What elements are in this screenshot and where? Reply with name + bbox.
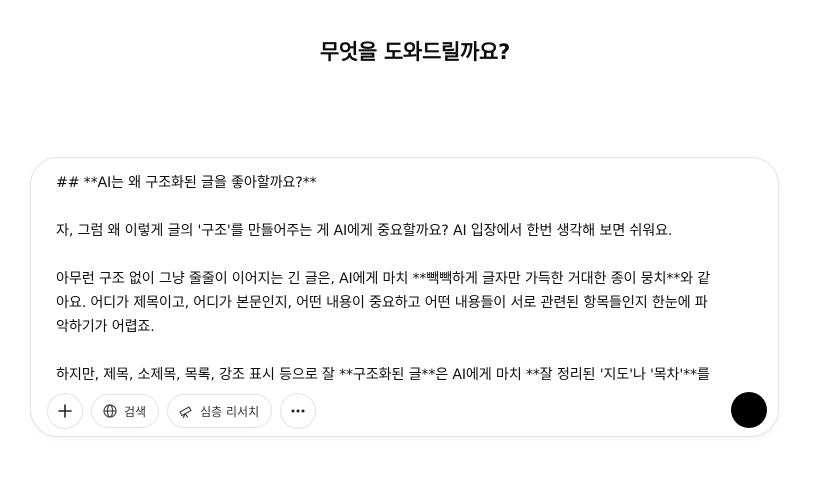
composer-toolbar: 검색 심층 리서치 — [47, 393, 317, 429]
prompt-input[interactable]: ## **AI는 왜 구조화된 글을 좋아할까요?** 자, 그럼 왜 이렇게 글… — [56, 171, 756, 387]
page: 무엇을 도와드릴까요? ## **AI는 왜 구조화된 글을 좋아할까요?** 자… — [0, 0, 830, 491]
prompt-text-line: 하지만, 제목, 소제목, 목록, 강조 표시 등으로 잘 **구조화된 글**… — [56, 367, 710, 383]
send-button[interactable] — [731, 392, 767, 428]
prompt-composer: ## **AI는 왜 구조화된 글을 좋아할까요?** 자, 그럼 왜 이렇게 글… — [30, 157, 779, 437]
page-title: 무엇을 도와드릴까요? — [319, 40, 511, 65]
prompt-text-line — [56, 339, 756, 363]
prompt-text-line: 아요. 어디가 제목이고, 어디가 본문인지, 어떤 내용이 중요하고 어떤 내… — [56, 295, 708, 311]
deep-research-button[interactable]: 심층 리서치 — [167, 394, 273, 428]
prompt-text-line: 아무런 구조 없이 그냥 줄줄이 이어지는 긴 글은, AI에게 마치 **빽빽… — [56, 271, 711, 287]
telescope-icon — [178, 403, 194, 419]
prompt-text-line — [56, 195, 756, 219]
prompt-text-line: 자, 그럼 왜 이렇게 글의 '구조'를 만들어주는 게 AI에게 중요할까요?… — [56, 223, 673, 239]
add-attachment-button[interactable] — [47, 393, 83, 429]
deep-research-button-label: 심층 리서치 — [200, 404, 260, 419]
prompt-text-line: ## **AI는 왜 구조화된 글을 좋아할까요?** — [56, 175, 317, 191]
more-horizontal-icon — [290, 403, 306, 419]
prompt-text-line — [56, 243, 756, 267]
plus-icon — [57, 403, 73, 419]
search-button-label: 검색 — [124, 404, 147, 419]
prompt-text-line: 악하기가 어렵죠. — [56, 319, 155, 335]
search-button[interactable]: 검색 — [91, 394, 160, 428]
more-options-button[interactable] — [280, 393, 317, 429]
globe-icon — [102, 403, 118, 419]
